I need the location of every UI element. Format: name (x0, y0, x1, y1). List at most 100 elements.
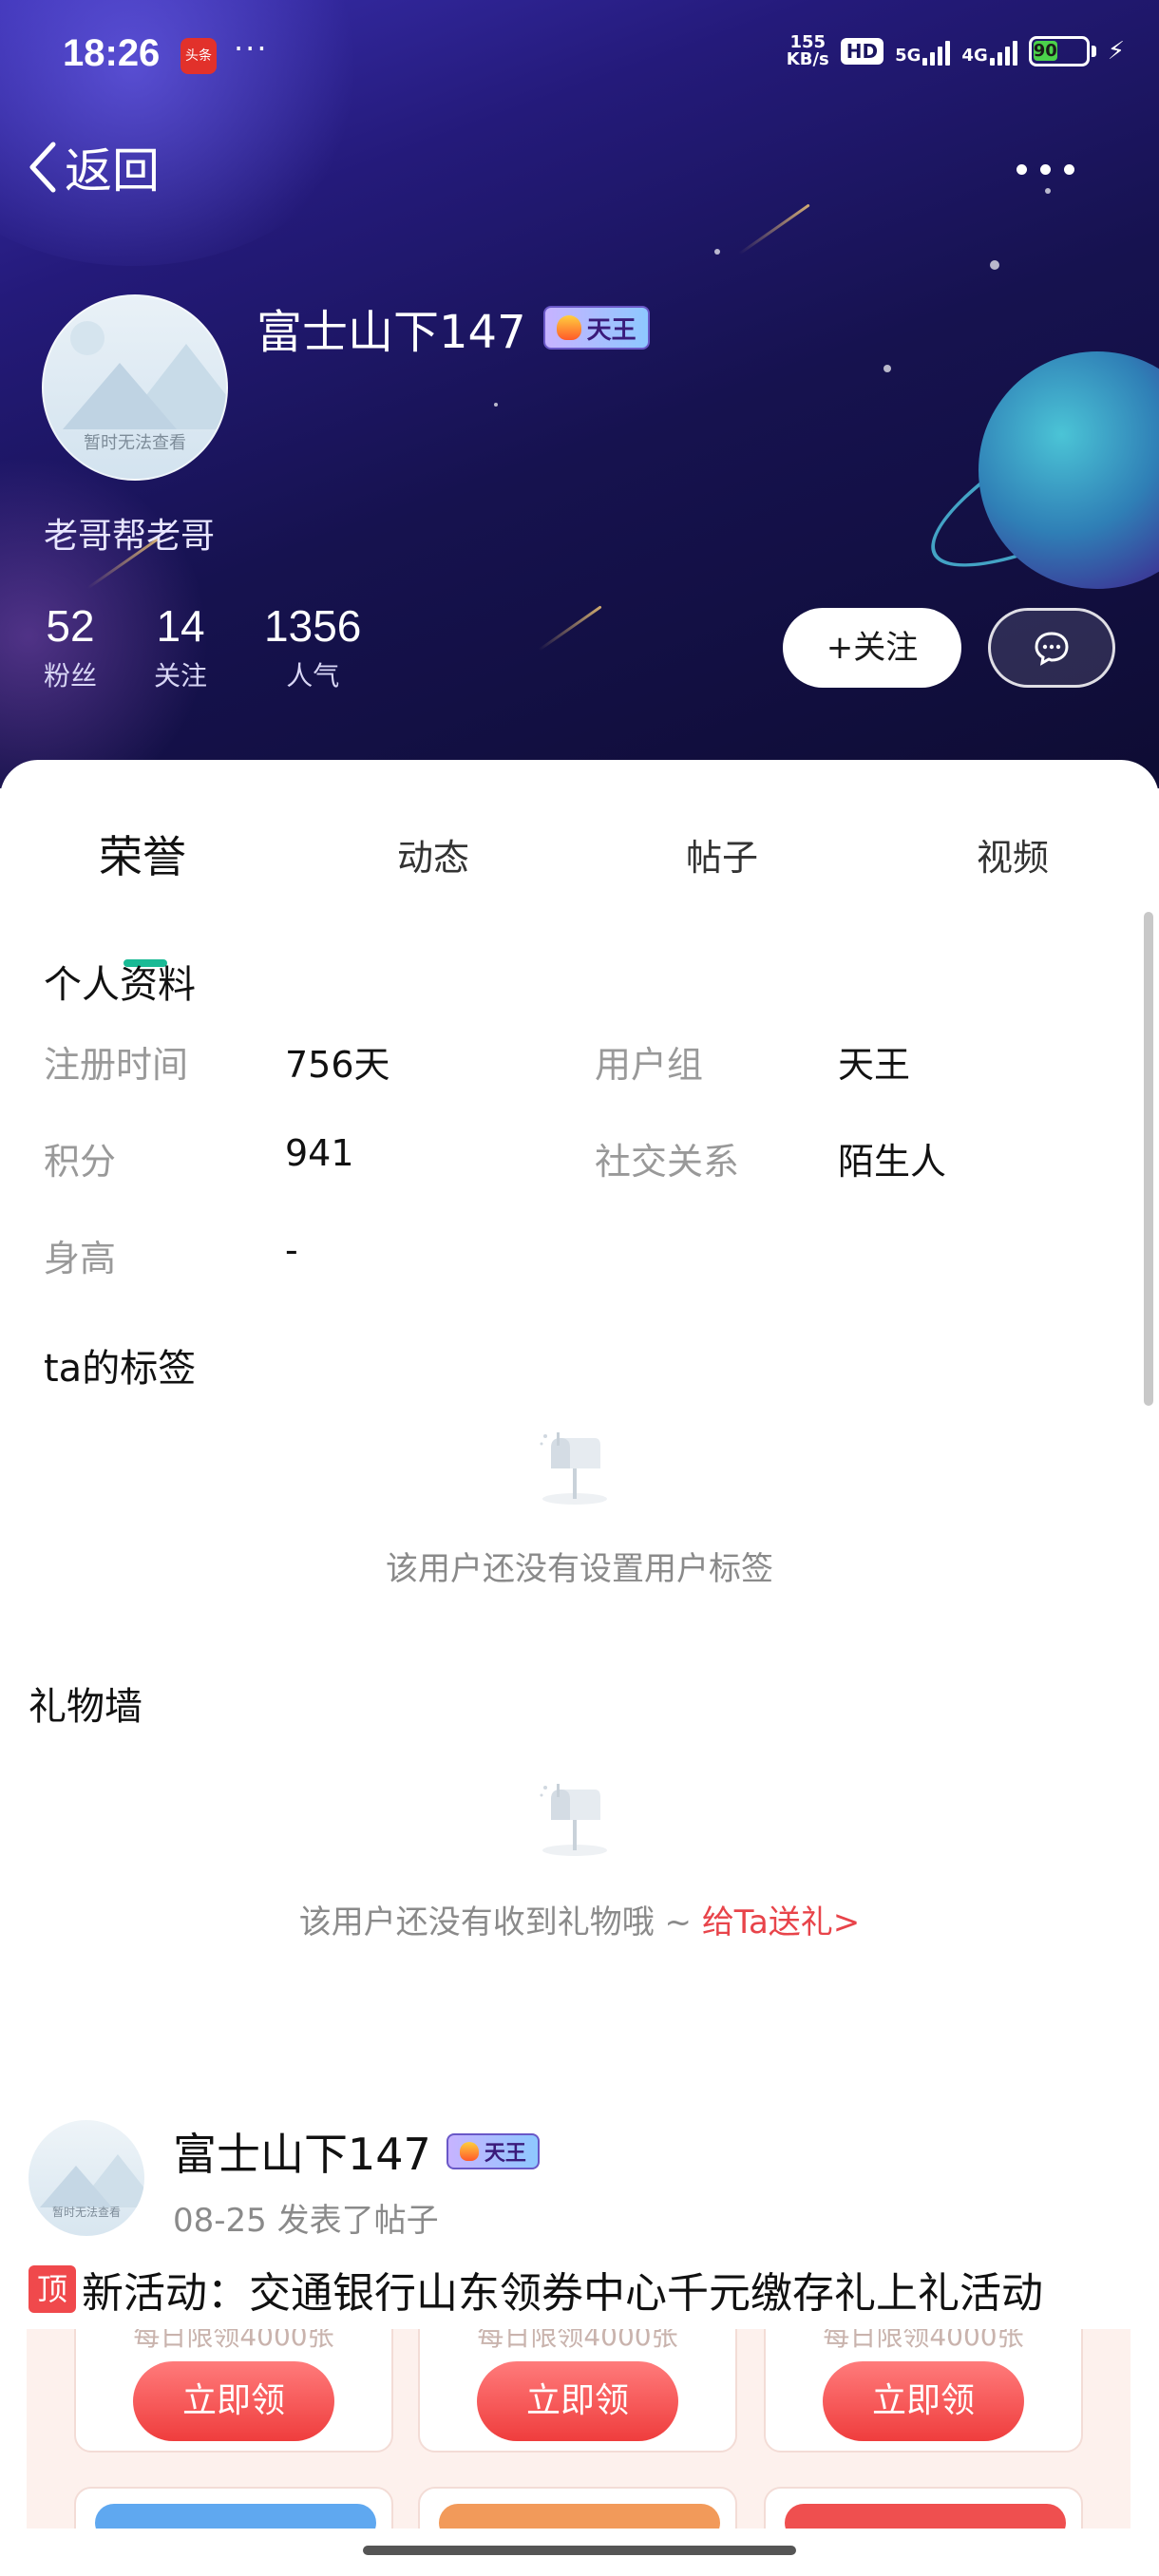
back-label: 返回 (65, 143, 160, 199)
user-avatar[interactable]: 暂时无法查看 (42, 294, 228, 481)
flame-icon (556, 315, 581, 340)
info-key-points: 积分 (44, 1141, 117, 1183)
stat-fans[interactable]: 52 粉丝 (44, 600, 97, 693)
hd-icon: HD (840, 38, 884, 65)
profile-stats: 52 粉丝 14 关注 1356 人气 (44, 600, 361, 693)
info-value-user-group: 天王 (838, 1044, 911, 1086)
gifts-empty-text: 该用户还没有收到礼物哦 ~ (298, 1904, 702, 1941)
stat-value: 1356 (264, 601, 362, 651)
coupon-card (764, 2487, 1083, 2529)
stat-label: 粉丝 (44, 660, 98, 691)
follow-button[interactable]: +关注 (783, 608, 961, 688)
post-author-row: 富士山下147 天王 (173, 2120, 540, 2183)
info-key-relationship: 社交关系 (595, 1141, 740, 1183)
avatar-mountain (40, 2166, 112, 2207)
post-image[interactable]: 每日限领4000张 立即领 每日限领4000张 立即领 每日限领4000张 立即… (27, 2329, 1130, 2529)
send-gift-link[interactable]: 给Ta送礼> (702, 1904, 860, 1941)
info-key-register-time: 注册时间 (44, 1044, 189, 1086)
status-bar: 18:26 头条 ··· 155 KB/s HD 5G 4G 90 ⚡ (0, 0, 1159, 114)
star (494, 403, 498, 407)
level-badge: 天王 (542, 306, 650, 350)
post-author-avatar[interactable]: 暂时无法查看 (28, 2120, 144, 2236)
stat-label: 人气 (286, 660, 340, 691)
tab-honor[interactable]: 荣誉 (99, 823, 186, 885)
profile-username-row: 富士山下147 天王 (256, 294, 650, 361)
home-indicator[interactable] (363, 2546, 796, 2555)
tab-activity[interactable]: 动态 (397, 828, 469, 881)
level-badge-label: 天王 (586, 315, 636, 345)
post-meta: 08-25 发表了帖子 (173, 2202, 439, 2240)
status-time: 18:26 (63, 32, 161, 74)
status-indicators: 155 KB/s HD 5G 4G 90 ⚡ (787, 34, 1125, 68)
profile-tabs: 荣誉 动态 帖子 视频 (0, 828, 1159, 967)
star (884, 365, 891, 372)
gifts-empty-row: 该用户还没有收到礼物哦 ~ 给Ta送礼> (0, 1896, 1159, 1942)
tags-empty-text: 该用户还没有设置用户标签 (386, 1550, 773, 1588)
stat-popularity: 1356 人气 (264, 600, 361, 693)
empty-mailbox-icon (540, 1432, 607, 1505)
info-value-relationship: 陌生人 (838, 1141, 947, 1183)
profile-bio: 老哥帮老哥 (44, 517, 216, 556)
coupon-subtitle: 每日限领4000张 (823, 2329, 1024, 2352)
coupon-card (418, 2487, 737, 2529)
network-speed: 155 KB/s (787, 34, 829, 68)
more-horizontal-icon (1016, 163, 1074, 175)
tab-videos[interactable]: 视频 (977, 828, 1049, 881)
post-author-name[interactable]: 富士山下147 (173, 2120, 431, 2183)
charging-icon: ⚡ (1107, 37, 1125, 66)
message-button[interactable] (988, 608, 1115, 688)
info-key-user-group: 用户组 (595, 1044, 704, 1086)
stat-label: 关注 (154, 660, 208, 691)
info-value-points: 941 (285, 1132, 354, 1174)
level-badge-label: 天王 (484, 2142, 526, 2166)
star (990, 260, 999, 270)
empty-mailbox-icon (540, 1784, 607, 1856)
coupon-card (74, 2487, 393, 2529)
stat-following[interactable]: 14 关注 (154, 600, 207, 693)
coupon-card: 每日限领4000张 立即领 (764, 2329, 1083, 2453)
flame-icon (459, 2142, 479, 2161)
info-value-register-time: 756天 (285, 1044, 390, 1086)
claim-button[interactable]: 立即领 (133, 2361, 334, 2441)
battery-icon: 90 (1028, 36, 1096, 66)
avatar-placeholder-text: 暂时无法查看 (51, 2206, 121, 2219)
stat-value: 52 (46, 601, 95, 651)
shooting-star (738, 203, 810, 256)
gift-wall-title: 礼物墙 (28, 1685, 142, 1729)
coupon-card: 每日限领4000张 立即领 (418, 2329, 737, 2453)
network-speed-unit: KB/s (786, 49, 829, 69)
claim-button[interactable]: 立即领 (823, 2361, 1024, 2441)
level-badge: 天王 (446, 2133, 540, 2169)
coupon-card: 每日限领4000张 立即领 (74, 2329, 393, 2453)
post-title: 新活动：交通银行山东领券中心千元缴存礼上礼活动 (82, 2269, 1043, 2318)
chevron-left-icon (29, 142, 56, 193)
signal-4g-icon: 4G (961, 37, 1017, 66)
scrollbar[interactable] (1144, 912, 1153, 1406)
claim-button[interactable]: 立即领 (477, 2361, 678, 2441)
avatar-placeholder-text: 暂时无法查看 (84, 433, 186, 453)
stat-value: 14 (156, 601, 205, 651)
tab-posts[interactable]: 帖子 (686, 828, 758, 881)
info-key-height: 身高 (44, 1238, 117, 1279)
coupon-subtitle: 每日限领4000张 (133, 2329, 334, 2352)
signal-4g-label: 4G (961, 46, 988, 66)
avatar-sun (70, 321, 104, 355)
profile-username: 富士山下147 (256, 306, 526, 359)
star (714, 249, 720, 255)
coupon-subtitle: 每日限领4000张 (477, 2329, 678, 2352)
pinned-badge: 顶 (28, 2265, 76, 2313)
app-notification-icon: 头条 (180, 38, 217, 74)
post-title-row[interactable]: 顶 新活动：交通银行山东领券中心千元缴存礼上礼活动 (28, 2259, 1043, 2320)
battery-level: 90 (1033, 41, 1057, 61)
tags-title: ta的标签 (44, 1347, 197, 1391)
chat-bubble-icon (1035, 632, 1069, 666)
star (1045, 188, 1051, 194)
more-notifications-icon: ··· (234, 30, 269, 66)
signal-5g-icon: 5G (895, 37, 951, 66)
info-value-height: - (285, 1229, 298, 1271)
shooting-star (538, 605, 602, 652)
more-options-button[interactable] (1016, 150, 1121, 188)
signal-5g-label: 5G (895, 46, 922, 66)
avatar-mountain (63, 363, 177, 429)
back-button[interactable]: 返回 (25, 133, 160, 201)
